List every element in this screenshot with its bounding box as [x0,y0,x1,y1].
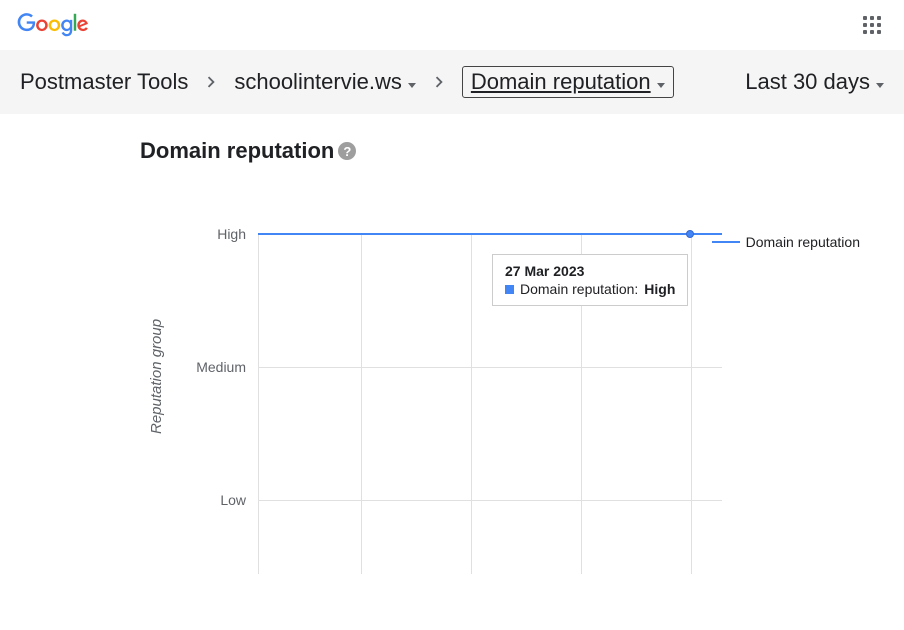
main-content: Domain reputation ? Domain reputation Re… [0,114,904,574]
google-logo[interactable] [16,13,90,37]
help-icon[interactable]: ? [338,142,356,160]
tooltip-date: 27 Mar 2023 [505,263,675,279]
google-apps-icon[interactable] [852,5,892,45]
caret-down-icon [876,83,884,88]
reputation-chart: Domain reputation Reputation group High … [140,234,904,574]
chart-legend: Domain reputation [712,234,860,250]
chart-tooltip: 27 Mar 2023 Domain reputation: High [492,254,688,306]
page-title: Domain reputation [140,138,334,164]
breadcrumb-bar: Postmaster Tools schoolintervie.ws Domai… [0,50,904,114]
caret-down-icon [408,83,416,88]
tooltip-value: High [644,281,675,297]
top-bar [0,0,904,50]
chevron-right-icon [428,71,450,93]
y-tick-medium: Medium [196,359,246,375]
caret-down-icon [657,83,665,88]
y-tick-low: Low [220,492,246,508]
y-axis-title: Reputation group [148,319,165,434]
series-line [258,233,722,235]
tooltip-metric-label: Domain reputation: [520,281,638,297]
gridline [691,234,692,574]
breadcrumb-domain[interactable]: schoolintervie.ws [234,69,416,95]
breadcrumb-root[interactable]: Postmaster Tools [20,69,188,95]
gridline [258,234,259,574]
tooltip-swatch-icon [505,285,514,294]
gridline [471,234,472,574]
breadcrumb: Postmaster Tools schoolintervie.ws Domai… [20,66,674,98]
chart-plot-area[interactable]: Reputation group High Medium Low 27 Mar … [258,234,722,574]
gridline [258,367,722,368]
gridline [361,234,362,574]
date-range-selector[interactable]: Last 30 days [745,69,884,95]
y-tick-high: High [217,226,246,242]
data-point[interactable] [686,230,694,238]
gridline [258,500,722,501]
legend-label: Domain reputation [746,234,860,250]
chevron-right-icon [200,71,222,93]
breadcrumb-section[interactable]: Domain reputation [462,66,674,98]
